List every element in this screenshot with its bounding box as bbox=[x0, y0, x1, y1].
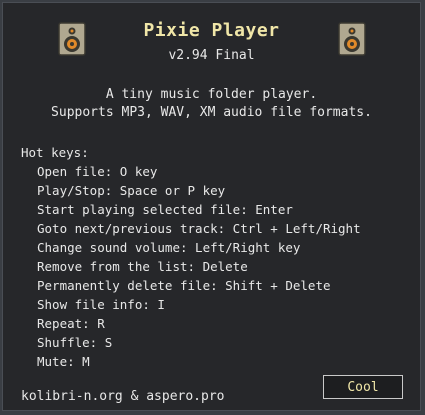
hotkey-item: Repeat: R bbox=[37, 316, 105, 331]
hotkey-item: Mute: M bbox=[37, 354, 90, 369]
hotkey-item: Play/Stop: Space or P key bbox=[37, 183, 226, 198]
hotkey-item: Shuffle: S bbox=[37, 335, 113, 350]
speaker-icon bbox=[338, 22, 366, 56]
hotkey-item: Open file: O key bbox=[37, 164, 158, 179]
about-dialog: Pixie Player v2.94 Final A tiny music fo… bbox=[2, 2, 421, 411]
hotkey-item: Remove from the list: Delete bbox=[37, 259, 248, 274]
hotkey-item: Change sound volume: Left/Right key bbox=[37, 240, 301, 255]
cool-button[interactable]: Cool bbox=[323, 375, 403, 399]
description-line: Supports MP3, WAV, XM audio file formats… bbox=[51, 105, 372, 120]
hotkey-item: Permanently delete file: Shift + Delete bbox=[37, 278, 331, 293]
hotkey-item: Start playing selected file: Enter bbox=[37, 202, 293, 217]
credits-text: kolibri-n.org & aspero.pro bbox=[21, 389, 225, 404]
hotkeys-heading: Hot keys: bbox=[21, 145, 89, 160]
hotkey-item: Show file info: I bbox=[37, 297, 165, 312]
hotkey-item: Goto next/previous track: Ctrl + Left/Ri… bbox=[37, 221, 361, 236]
app-description: A tiny music folder player. Supports MP3… bbox=[3, 86, 420, 122]
hotkeys-list: Hot keys: Open file: O key Play/Stop: Sp… bbox=[21, 143, 361, 371]
description-line: A tiny music folder player. bbox=[105, 87, 318, 102]
